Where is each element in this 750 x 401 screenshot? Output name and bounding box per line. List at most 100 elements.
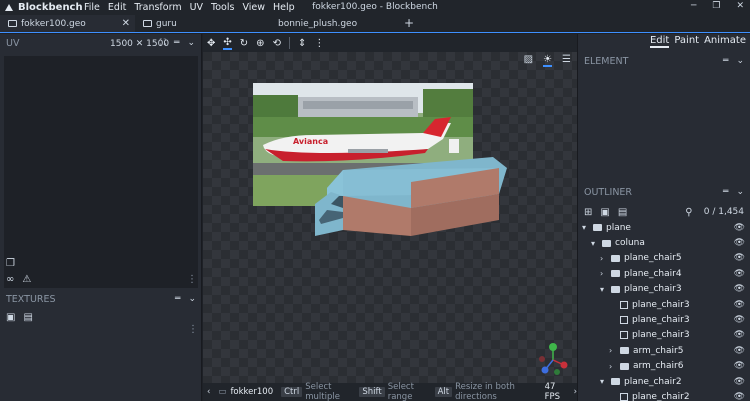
outliner-node[interactable]: › arm_chair6 👁 bbox=[578, 359, 750, 374]
pivot-tool-icon[interactable]: ⊕ bbox=[256, 38, 264, 49]
minus-icon[interactable]: ═ bbox=[723, 56, 728, 66]
eye-icon[interactable]: 👁 bbox=[734, 300, 745, 310]
menu-help[interactable]: Help bbox=[273, 2, 295, 13]
model-icon: ▭ bbox=[218, 387, 227, 397]
chevron-down-icon[interactable]: ▾ bbox=[591, 239, 600, 248]
element-header-icons: ═ ⌄ bbox=[723, 56, 744, 66]
eye-icon[interactable]: 👁 bbox=[734, 238, 745, 248]
fullscreen-icon[interactable]: ⛶ bbox=[160, 38, 166, 48]
link-icon[interactable]: ∞ bbox=[6, 274, 14, 285]
create-texture-icon[interactable]: ▤ bbox=[23, 312, 32, 323]
eye-icon[interactable]: 👁 bbox=[734, 223, 745, 233]
minus-icon[interactable]: ═ bbox=[174, 38, 179, 48]
chevron-right-icon[interactable]: › bbox=[600, 254, 609, 263]
eye-icon[interactable]: 👁 bbox=[734, 330, 745, 340]
3d-viewport[interactable]: ▨ ☀ ☰ Avianca bbox=[203, 52, 577, 383]
search-icon[interactable]: ⚲ bbox=[685, 207, 692, 218]
import-texture-icon[interactable]: ▣ bbox=[6, 312, 15, 323]
maximize-button[interactable]: ❐ bbox=[712, 1, 720, 11]
resize-tool-icon[interactable]: ⟲ bbox=[273, 38, 281, 49]
eye-icon[interactable]: 👁 bbox=[734, 392, 745, 401]
chevron-right-icon[interactable]: › bbox=[609, 346, 618, 355]
menu-tools[interactable]: Tools bbox=[211, 2, 234, 13]
mode-selector: Edit Paint Animate bbox=[649, 35, 746, 48]
outliner-node[interactable]: ▾ plane_chair3 👁 bbox=[578, 282, 750, 297]
outliner-node[interactable]: › plane_chair4 👁 bbox=[578, 266, 750, 281]
chevron-down-icon[interactable]: ⌄ bbox=[187, 38, 195, 48]
close-window-button[interactable]: ✕ bbox=[736, 1, 744, 11]
new-tab-button[interactable]: + bbox=[404, 16, 414, 30]
more-options-icon[interactable]: ⋮ bbox=[314, 38, 324, 49]
textures-panel-header: TEXTURES bbox=[0, 290, 202, 308]
chevron-right-icon[interactable]: › bbox=[609, 362, 618, 371]
warning-icon[interactable]: ⚠ bbox=[22, 274, 31, 285]
key-shift: Shift bbox=[359, 387, 385, 397]
mirror-icon[interactable]: ⇕ bbox=[298, 38, 306, 49]
minus-icon[interactable]: ═ bbox=[723, 187, 728, 197]
eye-icon[interactable]: 👁 bbox=[734, 315, 745, 325]
outliner-node[interactable]: plane_chair3 👁 bbox=[578, 297, 750, 312]
menu-icon[interactable]: ☰ bbox=[562, 54, 571, 67]
outliner-node[interactable]: › arm_chair5 👁 bbox=[578, 343, 750, 358]
eye-icon[interactable]: 👁 bbox=[734, 377, 745, 387]
status-bar: ‹ ▭ fokker100 Ctrl Select multiple Shift… bbox=[203, 382, 577, 401]
outliner-node[interactable]: plane_chair3 👁 bbox=[578, 328, 750, 343]
eye-icon[interactable]: 👁 bbox=[734, 284, 745, 294]
window-controls: ─ ❐ ✕ bbox=[691, 1, 744, 11]
tab-bonnie-plush[interactable]: bonnie_plush.geo bbox=[270, 15, 400, 32]
minus-icon[interactable]: ═ bbox=[175, 294, 180, 304]
key-ctrl: Ctrl bbox=[281, 387, 303, 397]
outliner-node[interactable]: › plane_chair5 👁 bbox=[578, 251, 750, 266]
chevron-down-icon[interactable]: ⌄ bbox=[188, 294, 196, 304]
more-options-icon[interactable]: ⋮ bbox=[187, 274, 197, 285]
outliner-node[interactable]: ▾ coluna 👁 bbox=[578, 235, 750, 250]
chevron-right-icon[interactable]: › bbox=[600, 269, 609, 278]
close-icon[interactable]: ✕ bbox=[122, 18, 130, 29]
chevron-down-icon[interactable]: ▾ bbox=[600, 377, 609, 386]
tab-label: fokker100.geo bbox=[21, 18, 86, 29]
outliner-node-label: plane_chair3 bbox=[632, 315, 690, 326]
outliner-node[interactable]: plane_chair3 👁 bbox=[578, 312, 750, 327]
vertex-snap-icon[interactable]: ✥ bbox=[207, 38, 215, 49]
minimize-button[interactable]: ─ bbox=[691, 1, 696, 11]
eye-icon[interactable]: 👁 bbox=[734, 346, 745, 356]
mode-edit[interactable]: Edit bbox=[649, 35, 670, 48]
menu-file[interactable]: File bbox=[84, 2, 100, 13]
rotate-tool-icon[interactable]: ↻ bbox=[240, 38, 248, 49]
airline-text: Avianca bbox=[293, 137, 328, 146]
outliner-count: 0 / 1,454 bbox=[703, 207, 744, 217]
menu-uv[interactable]: UV bbox=[190, 2, 203, 13]
cube-icon bbox=[620, 331, 628, 340]
axis-gizmo[interactable] bbox=[537, 342, 569, 376]
tab-guru[interactable]: guru bbox=[135, 15, 270, 32]
chevron-left-icon[interactable]: ‹ bbox=[207, 387, 210, 397]
tab-fokker100[interactable]: fokker100.geo ✕ bbox=[0, 15, 135, 32]
fuselage-model[interactable] bbox=[303, 152, 513, 242]
uv-editor-canvas[interactable] bbox=[4, 56, 198, 288]
more-options-icon[interactable]: ⋮ bbox=[188, 324, 198, 335]
eye-icon[interactable]: 👁 bbox=[734, 361, 745, 371]
copy-icon[interactable]: ❐ bbox=[6, 258, 15, 269]
menu-view[interactable]: View bbox=[242, 2, 265, 13]
mode-paint[interactable]: Paint bbox=[674, 35, 699, 48]
uv-panel-title: UV bbox=[6, 37, 20, 49]
chevron-down-icon[interactable]: ⌄ bbox=[736, 56, 744, 66]
move-tool-icon[interactable]: ✣ bbox=[223, 37, 232, 50]
mode-animate[interactable]: Animate bbox=[704, 35, 746, 48]
cube-icon bbox=[620, 300, 628, 309]
outliner-node[interactable]: plane_chair2 👁 bbox=[578, 389, 750, 401]
chevron-down-icon[interactable]: ⌄ bbox=[736, 187, 744, 197]
outliner-node[interactable]: ▾ plane 👁 bbox=[578, 220, 750, 235]
eye-icon[interactable]: 👁 bbox=[734, 253, 745, 263]
chevron-down-icon[interactable]: ▾ bbox=[600, 285, 609, 294]
add-cube-icon[interactable]: ⊞ bbox=[584, 207, 592, 218]
sun-icon[interactable]: ☀ bbox=[543, 54, 553, 67]
menu-transform[interactable]: Transform bbox=[134, 2, 181, 13]
image-icon[interactable]: ▨ bbox=[524, 54, 533, 67]
eye-icon[interactable]: 👁 bbox=[734, 269, 745, 279]
add-group-icon[interactable]: ▣ bbox=[600, 207, 609, 218]
menu-edit[interactable]: Edit bbox=[108, 2, 126, 13]
chevron-down-icon[interactable]: ▾ bbox=[582, 223, 591, 232]
collapse-icon[interactable]: ▤ bbox=[618, 207, 627, 218]
outliner-node[interactable]: ▾ plane_chair2 👁 bbox=[578, 374, 750, 389]
